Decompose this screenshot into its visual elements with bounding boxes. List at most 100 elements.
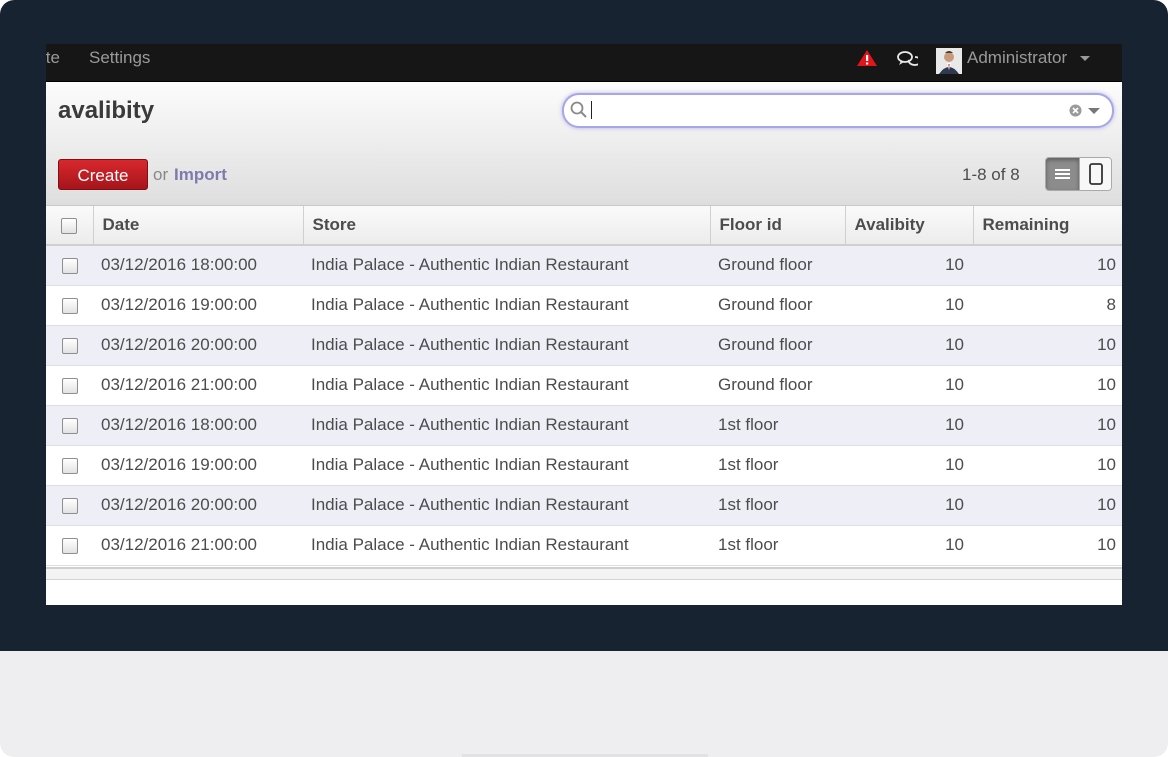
- records-table: Date Store Floor id Avalibity Remaining …: [46, 206, 1122, 566]
- cell-floor: 1st floor: [710, 485, 845, 526]
- table-row[interactable]: 03/12/2016 21:00:00 India Palace - Authe…: [46, 525, 1122, 566]
- row-checkbox-cell[interactable]: [46, 525, 93, 566]
- table-row[interactable]: 03/12/2016 18:00:00 India Palace - Authe…: [46, 405, 1122, 446]
- cell-remaining: 10: [973, 365, 1122, 406]
- row-checkbox-cell[interactable]: [46, 405, 93, 446]
- column-header-avalibity[interactable]: Avalibity: [845, 206, 974, 246]
- cell-avalibity: 10: [845, 485, 973, 526]
- cell-avalibity: 10: [845, 525, 973, 566]
- or-label: or: [153, 165, 169, 184]
- cell-date: 03/12/2016 19:00:00: [93, 445, 303, 486]
- cell-store: India Palace - Authentic Indian Restaura…: [303, 485, 710, 526]
- list-view-icon: [1055, 169, 1070, 179]
- select-all-checkbox-cell[interactable]: [46, 206, 94, 246]
- view-switcher: [1045, 157, 1112, 191]
- chevron-down-icon[interactable]: [1080, 56, 1090, 61]
- control-panel: avalibity Create or Import 1-8 of 8: [46, 82, 1122, 206]
- row-checkbox-cell[interactable]: [46, 245, 93, 286]
- cell-date: 03/12/2016 21:00:00: [93, 525, 303, 566]
- cell-floor: 1st floor: [710, 525, 845, 566]
- cell-store: India Palace - Authentic Indian Restaura…: [303, 525, 710, 566]
- select-all-checkbox[interactable]: [61, 217, 78, 234]
- top-navbar: ite Settings: [46, 44, 1122, 82]
- table-row[interactable]: 03/12/2016 20:00:00 India Palace - Authe…: [46, 485, 1122, 526]
- table-header-row: Date Store Floor id Avalibity Remaining: [46, 206, 1122, 246]
- cell-remaining: 10: [973, 485, 1122, 526]
- row-checkbox-cell[interactable]: [46, 445, 93, 486]
- cell-store: India Palace - Authentic Indian Restaura…: [303, 245, 710, 286]
- alert-icon[interactable]: [856, 49, 878, 67]
- cell-remaining: 8: [973, 285, 1122, 326]
- table-row[interactable]: 03/12/2016 18:00:00 India Palace - Authe…: [46, 245, 1122, 286]
- cell-floor: Ground floor: [710, 285, 845, 326]
- cell-date: 03/12/2016 18:00:00: [93, 405, 303, 446]
- search-bar[interactable]: [562, 93, 1114, 128]
- pager-value[interactable]: 1-8 of 8: [962, 165, 1020, 185]
- row-checkbox-cell[interactable]: [46, 365, 93, 406]
- cell-date: 03/12/2016 19:00:00: [93, 285, 303, 326]
- cell-store: India Palace - Authentic Indian Restaura…: [303, 445, 710, 486]
- row-checkbox-cell[interactable]: [46, 325, 93, 366]
- search-icon: [569, 100, 589, 120]
- cell-store: India Palace - Authentic Indian Restaura…: [303, 325, 710, 366]
- column-header-remaining[interactable]: Remaining: [973, 206, 1122, 246]
- cell-avalibity: 10: [845, 245, 973, 286]
- cell-remaining: 10: [973, 245, 1122, 286]
- cell-avalibity: 10: [845, 325, 973, 366]
- app-screen: ite Settings: [46, 44, 1122, 605]
- column-header-store[interactable]: Store: [303, 206, 711, 246]
- table-row[interactable]: 03/12/2016 19:00:00 India Palace - Authe…: [46, 445, 1122, 486]
- cell-floor: 1st floor: [710, 445, 845, 486]
- cell-avalibity: 10: [845, 285, 973, 326]
- cell-date: 03/12/2016 18:00:00: [93, 245, 303, 286]
- cell-floor: Ground floor: [710, 365, 845, 406]
- row-checkbox[interactable]: [61, 297, 78, 314]
- device-frame: ite Settings: [0, 0, 1168, 757]
- column-header-floor-id[interactable]: Floor id: [710, 206, 846, 246]
- clear-icon[interactable]: [1069, 104, 1082, 117]
- row-checkbox[interactable]: [61, 537, 78, 554]
- row-checkbox[interactable]: [61, 257, 78, 274]
- cell-floor: 1st floor: [710, 405, 845, 446]
- cell-remaining: 10: [973, 325, 1122, 366]
- form-view-icon: [1089, 163, 1103, 185]
- table-row[interactable]: 03/12/2016 21:00:00 India Palace - Authe…: [46, 365, 1122, 406]
- column-header-date[interactable]: Date: [93, 206, 304, 246]
- text-cursor: [591, 101, 592, 119]
- cell-date: 03/12/2016 20:00:00: [93, 325, 303, 366]
- cell-avalibity: 10: [845, 365, 973, 406]
- avatar[interactable]: [936, 48, 962, 74]
- cell-remaining: 10: [973, 405, 1122, 446]
- table-row[interactable]: 03/12/2016 20:00:00 India Palace - Authe…: [46, 325, 1122, 366]
- create-button[interactable]: Create: [58, 159, 148, 190]
- cell-store: India Palace - Authentic Indian Restaura…: [303, 405, 710, 446]
- row-checkbox[interactable]: [61, 457, 78, 474]
- import-link[interactable]: Import: [174, 165, 227, 185]
- form-view-button[interactable]: [1079, 158, 1111, 190]
- cell-floor: Ground floor: [710, 325, 845, 366]
- cell-floor: Ground floor: [710, 245, 845, 286]
- row-checkbox[interactable]: [61, 417, 78, 434]
- chat-icon[interactable]: [896, 50, 922, 68]
- row-checkbox-cell[interactable]: [46, 485, 93, 526]
- cell-date: 03/12/2016 20:00:00: [93, 485, 303, 526]
- menu-item-website[interactable]: ite: [46, 44, 60, 81]
- row-checkbox[interactable]: [61, 377, 78, 394]
- row-checkbox[interactable]: [61, 497, 78, 514]
- cell-store: India Palace - Authentic Indian Restaura…: [303, 365, 710, 406]
- menu-item-settings[interactable]: Settings: [89, 44, 150, 81]
- row-checkbox-cell[interactable]: [46, 285, 93, 326]
- cell-avalibity: 10: [845, 405, 973, 446]
- cell-remaining: 10: [973, 445, 1122, 486]
- table-row[interactable]: 03/12/2016 19:00:00 India Palace - Authe…: [46, 285, 1122, 326]
- user-menu-name[interactable]: Administrator: [967, 44, 1067, 72]
- search-input[interactable]: [590, 99, 1064, 123]
- search-options-dropdown-icon[interactable]: [1088, 108, 1100, 114]
- table-footer: [46, 567, 1122, 580]
- page-title: avalibity: [58, 97, 155, 124]
- row-checkbox[interactable]: [61, 337, 78, 354]
- cell-date: 03/12/2016 21:00:00: [93, 365, 303, 406]
- list-view-button[interactable]: [1046, 158, 1079, 190]
- cell-remaining: 10: [973, 525, 1122, 566]
- cell-avalibity: 10: [845, 445, 973, 486]
